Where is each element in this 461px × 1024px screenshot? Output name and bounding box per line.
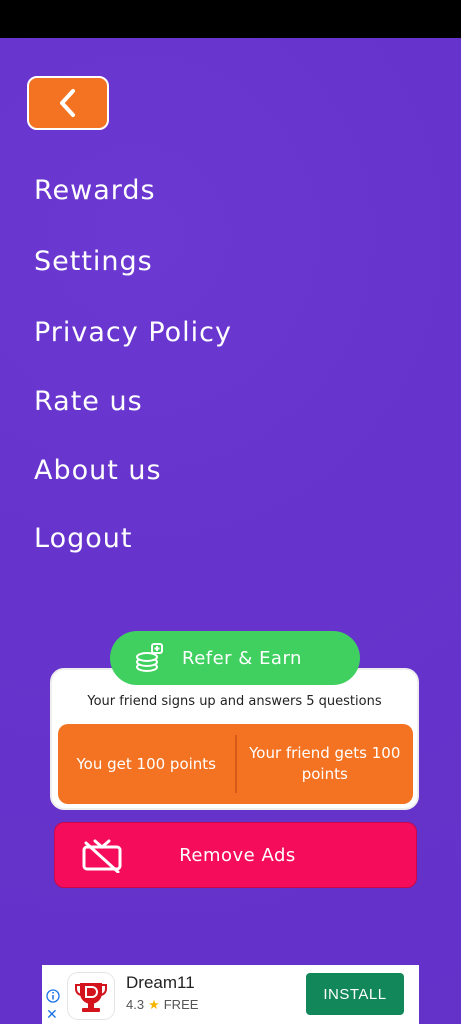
- menu-item-about-us[interactable]: About us: [34, 455, 162, 486]
- menu-item-rewards[interactable]: Rewards: [34, 175, 156, 206]
- friend-gets-points: Your friend gets 100 points: [249, 744, 401, 783]
- ad-banner[interactable]: ✕ Dream11 4.3 ★ FREE INSTALL: [42, 965, 419, 1024]
- refer-earn-label: Refer & Earn: [182, 647, 302, 669]
- star-icon: ★: [148, 997, 160, 1012]
- menu-item-logout[interactable]: Logout: [34, 523, 132, 554]
- menu-item-settings[interactable]: Settings: [34, 246, 153, 277]
- remove-ads-label: Remove Ads: [179, 844, 296, 866]
- ad-price: FREE: [163, 997, 199, 1012]
- status-bar: [0, 0, 461, 38]
- ad-info-icon[interactable]: [46, 989, 60, 1003]
- back-button[interactable]: [27, 76, 109, 130]
- menu-item-privacy-policy[interactable]: Privacy Policy: [34, 317, 232, 348]
- coins-icon: [136, 643, 163, 672]
- ad-install-button[interactable]: INSTALL: [306, 973, 404, 1015]
- ad-app-name: Dream11: [126, 973, 195, 992]
- dream11-logo: [68, 973, 114, 1019]
- refer-earn-button[interactable]: Refer & Earn: [110, 631, 360, 685]
- ad-meta: 4.3 ★ FREE: [126, 997, 198, 1013]
- reward-box: You get 100 points Your friend gets 100 …: [58, 724, 413, 804]
- ad-rating: 4.3: [126, 997, 145, 1012]
- refer-card: Your friend signs up and answers 5 quest…: [50, 668, 419, 810]
- ad-close-icon[interactable]: ✕: [46, 1007, 58, 1023]
- refer-description: Your friend signs up and answers 5 quest…: [87, 694, 382, 709]
- menu-item-rate-us[interactable]: Rate us: [34, 386, 143, 417]
- remove-ads-button[interactable]: Remove Ads: [54, 822, 417, 888]
- chevron-left-icon: [60, 89, 75, 117]
- you-get-points: You get 100 points: [76, 754, 217, 773]
